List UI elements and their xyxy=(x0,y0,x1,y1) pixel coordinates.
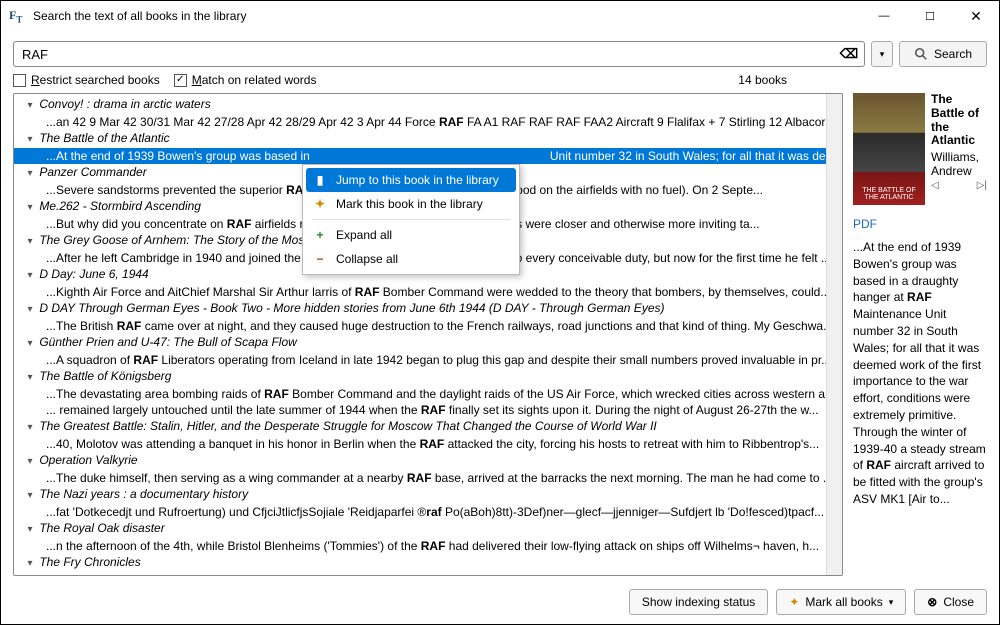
ctx-jump-to-book[interactable]: ▮ Jump to this book in the library xyxy=(306,168,516,192)
ctx-mark-book[interactable]: ✦ Mark this book in the library xyxy=(306,192,516,216)
result-count: 14 books xyxy=(738,73,787,87)
book-node[interactable]: ▾ The Greatest Battle: Stalin, Hitler, a… xyxy=(14,418,842,436)
result-snippet[interactable]: ...Kighth Air Force and AitChief Marshal… xyxy=(14,284,842,300)
preview-author: Williams, Andrew xyxy=(931,150,987,178)
result-snippet[interactable]: ...The duke himself, then serving as a w… xyxy=(14,470,842,486)
match-related-checkbox[interactable]: Match on related words xyxy=(174,73,317,87)
book-node[interactable]: ▾ Günther Prien and U-47: The Bull of Sc… xyxy=(14,334,842,352)
format-link[interactable]: PDF xyxy=(853,217,987,231)
book-node[interactable]: ▾ The Battle of Königsberg xyxy=(14,368,842,386)
restrict-checkbox[interactable]: Restrict searched books xyxy=(13,73,160,87)
result-snippet[interactable]: ...an 42 9 Mar 42 30/31 Mar 42 27/28 Apr… xyxy=(14,114,842,130)
scrollbar[interactable] xyxy=(826,94,842,575)
result-snippet[interactable]: ... remained largely untouched until the… xyxy=(14,402,842,418)
maximize-button[interactable]: ☐ xyxy=(907,1,953,31)
minus-icon: − xyxy=(312,252,328,266)
preview-panel: THE BATTLE OFTHE ATLANTIC The Battle of … xyxy=(853,93,987,576)
search-icon xyxy=(914,47,928,61)
book-node[interactable]: ▾ D DAY Through German Eyes - Book Two -… xyxy=(14,300,842,318)
result-snippet[interactable]: ...fat 'Dotkecedjt und Rufroertung) und … xyxy=(14,504,842,520)
next-result-icon[interactable]: ▷| xyxy=(977,180,987,191)
clear-search-icon[interactable]: ⌫ xyxy=(840,45,858,63)
expand-arrow-icon[interactable]: ▾ xyxy=(24,370,36,386)
book-node[interactable]: ▾ Operation Valkyrie xyxy=(14,452,842,470)
star-icon: ✦ xyxy=(789,595,799,609)
expand-arrow-icon[interactable]: ▾ xyxy=(24,336,36,352)
expand-arrow-icon[interactable]: ▾ xyxy=(24,234,36,250)
result-snippet[interactable]: ...The devastating area bombing raids of… xyxy=(14,386,842,402)
result-snippet[interactable]: ...n the afternoon of the 4th, while Bri… xyxy=(14,538,842,554)
expand-arrow-icon[interactable]: ▾ xyxy=(24,556,36,572)
plus-icon: + xyxy=(312,228,328,242)
prev-result-icon[interactable]: ◁ xyxy=(931,180,939,191)
search-input[interactable] xyxy=(20,46,840,63)
search-input-wrap[interactable]: ⌫ xyxy=(13,41,865,67)
book-cover[interactable]: THE BATTLE OFTHE ATLANTIC xyxy=(853,93,925,205)
preview-title: The Battle of the Atlantic xyxy=(931,93,987,148)
star-icon: ✦ xyxy=(312,197,328,211)
book-node[interactable]: ▾ The Royal Oak disaster xyxy=(14,520,842,538)
ctx-collapse-all[interactable]: − Collapse all xyxy=(306,247,516,271)
app-icon: FT xyxy=(9,8,25,24)
mark-all-books-button[interactable]: ✦ Mark all books ▾ xyxy=(776,589,906,615)
separator xyxy=(312,219,510,220)
titlebar: FT Search the text of all books in the l… xyxy=(1,1,999,31)
result-snippet[interactable]: ...The British RAF came over at night, a… xyxy=(14,318,842,334)
expand-arrow-icon[interactable]: ▾ xyxy=(24,166,36,182)
checkbox-icon xyxy=(13,74,26,87)
expand-arrow-icon[interactable]: ▾ xyxy=(24,488,36,504)
expand-arrow-icon[interactable]: ▾ xyxy=(24,98,36,114)
book-node[interactable]: ▾ The Fry Chronicles xyxy=(14,554,842,572)
window-close-button[interactable]: ✕ xyxy=(953,1,999,31)
expand-arrow-icon[interactable]: ▾ xyxy=(24,200,36,216)
book-node[interactable]: ▾ The Nazi years : a documentary history xyxy=(14,486,842,504)
search-button-label: Search xyxy=(934,47,972,61)
book-node[interactable]: ▾ Convoy! : drama in arctic waters xyxy=(14,96,842,114)
close-button[interactable]: ⊗ Close xyxy=(914,589,987,615)
ctx-expand-all[interactable]: + Expand all xyxy=(306,223,516,247)
expand-arrow-icon[interactable]: ▾ xyxy=(24,420,36,436)
show-indexing-status-button[interactable]: Show indexing status xyxy=(629,589,768,615)
expand-arrow-icon[interactable]: ▾ xyxy=(24,268,36,284)
result-snippet[interactable]: ...e oratory of the mysterious and sinis… xyxy=(14,572,842,575)
minimize-button[interactable]: — xyxy=(861,1,907,31)
checkbox-icon xyxy=(174,74,187,87)
expand-arrow-icon[interactable]: ▾ xyxy=(24,302,36,318)
expand-arrow-icon[interactable]: ▾ xyxy=(24,454,36,470)
result-snippet[interactable]: ...40, Molotov was attending a banquet i… xyxy=(14,436,842,452)
chevron-down-icon: ▾ xyxy=(889,597,894,608)
close-icon: ⊗ xyxy=(927,595,937,609)
expand-arrow-icon[interactable]: ▾ xyxy=(24,132,36,148)
expand-arrow-icon[interactable]: ▾ xyxy=(24,522,36,538)
result-snippet[interactable]: ...At the end of 1939 Bowen's group was … xyxy=(14,148,842,164)
result-snippet[interactable]: ...A squadron of RAF Liberators operatin… xyxy=(14,352,842,368)
search-button[interactable]: Search xyxy=(899,41,987,67)
window-title: Search the text of all books in the libr… xyxy=(33,9,861,23)
context-menu: ▮ Jump to this book in the library ✦ Mar… xyxy=(302,164,520,275)
book-icon: ▮ xyxy=(312,173,328,187)
book-node[interactable]: ▾ The Battle of the Atlantic xyxy=(14,130,842,148)
preview-text: ...At the end of 1939 Bowen's group was … xyxy=(853,239,987,508)
search-history-dropdown[interactable]: ▾ xyxy=(871,41,893,67)
